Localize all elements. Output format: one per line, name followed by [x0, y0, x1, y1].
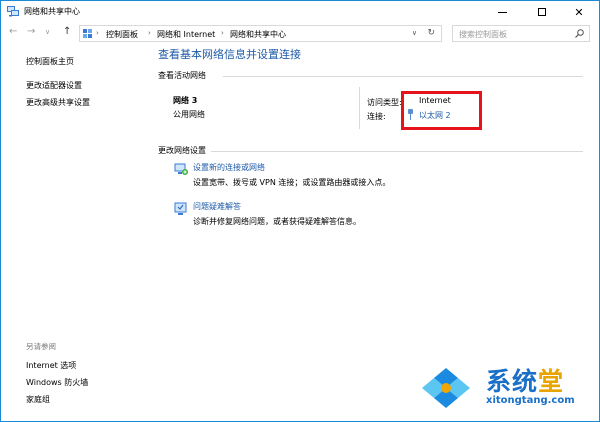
search-placeholder: 搜索控制面板: [459, 30, 507, 39]
change-network-settings-heading: 更改网络设置: [158, 146, 206, 155]
network-name: 网络 3: [173, 96, 198, 105]
close-button[interactable]: ✕: [559, 1, 599, 23]
windows-firewall-link[interactable]: Windows 防火墙: [26, 377, 88, 388]
setup-new-connection-link[interactable]: 设置新的连接或网络: [193, 162, 265, 173]
maximize-icon: [538, 8, 546, 16]
troubleshoot-problems-description: 诊断并修复网络问题，或者获得疑难解答信息。: [193, 217, 361, 226]
see-also-heading: 另请参阅: [26, 342, 56, 351]
breadcrumb-network-sharing-center[interactable]: 网络和共享中心: [230, 29, 286, 40]
recent-locations-chevron-icon[interactable]: ∨: [45, 28, 50, 36]
change-adapter-settings-link[interactable]: 更改适配器设置: [26, 80, 82, 91]
control-panel-home-link[interactable]: 控制面板主页: [26, 56, 74, 67]
xitongtang-logo-icon: [420, 366, 472, 410]
homegroup-link[interactable]: 家庭组: [26, 394, 50, 405]
breadcrumb-separator-icon: ›: [221, 29, 224, 37]
forward-arrow-icon[interactable]: →: [27, 26, 35, 37]
troubleshoot-icon: [174, 202, 187, 215]
new-connection-icon: [174, 163, 188, 175]
watermark-cn-accent: 堂: [538, 367, 565, 396]
watermark-chinese-text: 系统堂: [486, 362, 564, 398]
control-panel-icon: [83, 29, 92, 38]
minimize-button[interactable]: [482, 1, 522, 23]
search-input[interactable]: 搜索控制面板: [452, 25, 590, 42]
vertical-divider: [359, 87, 360, 129]
connections-label: 连接:: [367, 112, 386, 121]
highlight-box: [401, 91, 482, 130]
close-icon: ✕: [574, 5, 584, 19]
access-type-label: 访问类型:: [367, 98, 402, 107]
breadcrumb-control-panel[interactable]: 控制面板: [106, 29, 138, 40]
up-arrow-icon[interactable]: ↑: [63, 26, 71, 37]
setup-new-connection-description: 设置宽带、拨号或 VPN 连接；或设置路由器或接入点。: [193, 178, 391, 187]
watermark-url: xitongtang.com: [486, 395, 575, 406]
address-bar: ← → ∨ ↑ › 控制面板 › 网络和 Internet › 网络和共享中心 …: [1, 23, 599, 43]
breadcrumb[interactable]: › 控制面板 › 网络和 Internet › 网络和共享中心 ∨ ↻: [79, 25, 442, 42]
minimize-icon: [497, 11, 507, 13]
breadcrumb-network-internet[interactable]: 网络和 Internet: [157, 29, 215, 40]
address-dropdown-chevron-icon[interactable]: ∨: [412, 29, 417, 37]
breadcrumb-separator-icon: ›: [148, 29, 151, 37]
site-watermark: 系统堂 xitongtang.com: [408, 356, 598, 420]
search-icon[interactable]: [575, 29, 584, 38]
back-arrow-icon[interactable]: ←: [9, 26, 17, 37]
network-center-icon: [7, 6, 19, 17]
refresh-icon[interactable]: ↻: [427, 28, 435, 38]
internet-options-link[interactable]: Internet 选项: [26, 360, 76, 371]
page-title: 查看基本网络信息并设置连接: [158, 48, 301, 61]
network-type: 公用网络: [173, 110, 205, 119]
active-networks-heading: 查看活动网络: [158, 71, 206, 80]
section-divider: [223, 76, 583, 77]
breadcrumb-separator-icon: ›: [96, 29, 99, 37]
change-advanced-sharing-link[interactable]: 更改高级共享设置: [26, 97, 90, 108]
title-bar: 网络和共享中心 ✕: [1, 1, 599, 23]
left-navigation-pane: 控制面板主页 更改适配器设置 更改高级共享设置 另请参阅 Internet 选项…: [1, 43, 149, 421]
troubleshoot-problems-link[interactable]: 问题疑难解答: [193, 201, 241, 212]
maximize-button[interactable]: [522, 1, 562, 23]
window-title: 网络和共享中心: [24, 7, 80, 16]
section-divider: [211, 151, 583, 152]
watermark-cn-main: 系统: [486, 367, 539, 396]
